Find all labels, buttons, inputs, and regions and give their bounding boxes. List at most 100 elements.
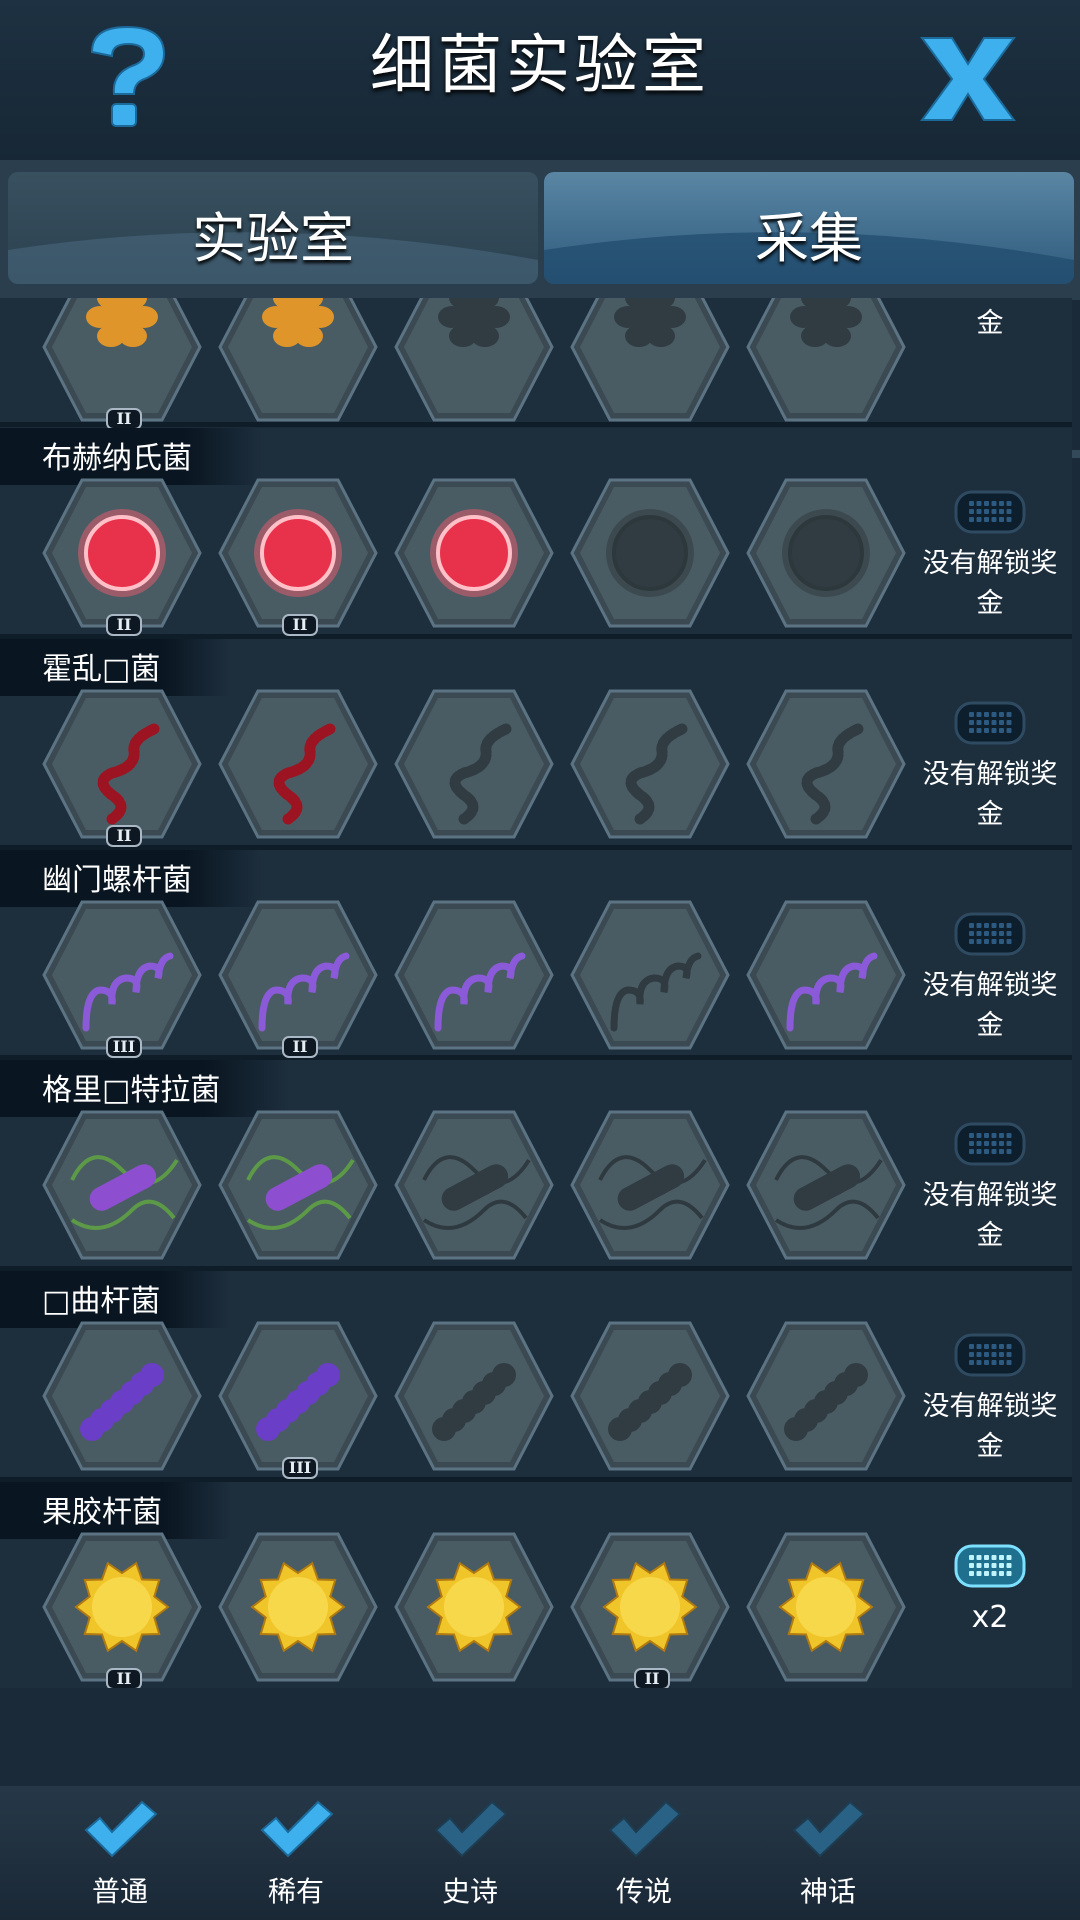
- bacteria-rod-icon: [218, 1110, 378, 1260]
- checkmark-icon: [434, 1800, 508, 1858]
- locked-variant-slot[interactable]: [394, 1321, 554, 1471]
- bacteria-row: 幽门螺杆菌 III II 没有解锁奖金: [0, 850, 1072, 1060]
- level-badge: III: [106, 1036, 142, 1058]
- locked-variant-slot[interactable]: [570, 478, 730, 628]
- bacteria-name: 霍乱□菌: [0, 639, 231, 696]
- rarity-filter-3[interactable]: 史诗: [400, 1796, 540, 1910]
- locked-variant-slot[interactable]: [746, 689, 906, 839]
- bacteria-variant-slot[interactable]: [218, 1532, 378, 1682]
- tab-collect[interactable]: 采集: [544, 172, 1074, 284]
- locked-variant-slot[interactable]: [570, 689, 730, 839]
- checkmark-icon: [260, 1800, 334, 1858]
- bacteria-variant-slot[interactable]: III: [218, 1321, 378, 1479]
- tab-lab-label: 实验室: [192, 207, 354, 270]
- bacteria-variant-slot[interactable]: [394, 900, 554, 1050]
- tab-lab[interactable]: 实验室: [8, 172, 538, 284]
- bonus-chip-icon: [954, 1122, 1026, 1166]
- locked-variant-slot[interactable]: [394, 689, 554, 839]
- bacteria-chain-icon: [42, 689, 202, 839]
- level-badge: II: [282, 1036, 318, 1058]
- bacteria-cluster-icon: [394, 1321, 554, 1471]
- bacteria-variant-slot[interactable]: [42, 1321, 202, 1471]
- bacteria-variant-slot[interactable]: [42, 1110, 202, 1260]
- locked-variant-slot[interactable]: [746, 478, 906, 628]
- bacteria-star-icon: [42, 1532, 202, 1682]
- bacteria-variant-slot[interactable]: [394, 1532, 554, 1682]
- bacteria-chain-icon: [218, 689, 378, 839]
- bacteria-variant-slot[interactable]: [218, 298, 378, 422]
- locked-variant-slot[interactable]: [570, 1110, 730, 1260]
- close-button[interactable]: [918, 34, 1018, 124]
- reward-status: 没有解锁奖金: [916, 1333, 1064, 1467]
- bacteria-variant-slot[interactable]: [746, 1532, 906, 1682]
- rarity-filter-1[interactable]: 普通: [50, 1796, 190, 1910]
- bacteria-name: 幽门螺杆菌: [0, 850, 262, 907]
- bacteria-name: 果胶杆菌: [0, 1482, 232, 1539]
- bacteria-variant-slot[interactable]: II: [570, 1532, 730, 1688]
- bacteria-variant-slot[interactable]: III: [42, 900, 202, 1058]
- bacteria-variant-slot[interactable]: II: [42, 298, 202, 430]
- locked-variant-slot[interactable]: [394, 298, 554, 422]
- locked-variant-slot[interactable]: [570, 298, 730, 422]
- bacteria-variant-slot[interactable]: II: [42, 478, 202, 636]
- bacteria-chain-icon: [746, 689, 906, 839]
- bacteria-rod-icon: [42, 1110, 202, 1260]
- rarity-filter-label: 传说: [615, 1875, 672, 1908]
- reward-text: 没有解锁奖金: [922, 1391, 1058, 1462]
- reward-text: x2: [971, 1600, 1009, 1635]
- rarity-filter-4[interactable]: 传说: [574, 1796, 714, 1910]
- bacteria-name: □曲杆菌: [0, 1271, 231, 1328]
- bacteria-chain-icon: [570, 689, 730, 839]
- bacteria-blob-icon: [746, 298, 906, 422]
- bacteria-list[interactable]: II没有解锁奖金布赫纳氏菌IIII没有解锁奖金霍乱□菌II没有解锁奖金幽门螺杆菌…: [0, 298, 1080, 1688]
- bacteria-rod-icon: [746, 1110, 906, 1260]
- bacteria-spiral-icon: [394, 900, 554, 1050]
- reward-status: 没有解锁奖金: [916, 1122, 1064, 1256]
- bacteria-variant-slot[interactable]: II: [218, 900, 378, 1058]
- bacteria-blob-icon: [394, 298, 554, 422]
- bacteria-variant-slot[interactable]: II: [218, 478, 378, 636]
- rarity-filter-label: 普通: [91, 1875, 148, 1908]
- locked-variant-slot[interactable]: [570, 900, 730, 1050]
- bacteria-variant-slot[interactable]: [746, 900, 906, 1050]
- checkmark-icon: [608, 1800, 682, 1858]
- bacteria-spiral-icon: [218, 900, 378, 1050]
- bacteria-spiral-icon: [42, 900, 202, 1050]
- bacteria-star-icon: [394, 1532, 554, 1682]
- bacteria-cluster-icon: [42, 1321, 202, 1471]
- level-badge: II: [106, 408, 142, 430]
- bacteria-variant-slot[interactable]: [218, 689, 378, 839]
- locked-variant-slot[interactable]: [394, 1110, 554, 1260]
- header-bar: 细菌实验室: [0, 0, 1080, 160]
- bacteria-variant-slot[interactable]: II: [42, 689, 202, 847]
- bacteria-row: 格里□特拉菌 没有解锁奖金: [0, 1060, 1072, 1271]
- rarity-filter-5[interactable]: 神话: [758, 1796, 898, 1910]
- level-badge: II: [106, 1668, 142, 1688]
- bonus-chip-icon: [954, 1333, 1026, 1377]
- bacteria-row: 布赫纳氏菌 II II 没有解锁奖金: [0, 428, 1072, 639]
- bacteria-row: □曲杆菌 III 没有解锁奖金: [0, 1271, 1072, 1482]
- rarity-filter-2[interactable]: 稀有: [226, 1796, 366, 1910]
- level-badge: II: [634, 1668, 670, 1688]
- bonus-chip-icon: [954, 490, 1026, 534]
- checkmark-icon: [792, 1800, 866, 1858]
- bonus-chip-icon: [954, 912, 1026, 956]
- bacteria-spiral-icon: [746, 900, 906, 1050]
- locked-variant-slot[interactable]: [746, 1321, 906, 1471]
- reward-text: 没有解锁奖金: [922, 1180, 1058, 1251]
- close-x-icon: [920, 37, 1016, 121]
- level-badge: III: [282, 1457, 318, 1479]
- reward-status: 没有解锁奖金: [916, 490, 1064, 624]
- bacteria-variant-slot[interactable]: [218, 1110, 378, 1260]
- bacteria-variant-slot[interactable]: II: [42, 1532, 202, 1688]
- locked-variant-slot[interactable]: [746, 298, 906, 422]
- locked-variant-slot[interactable]: [570, 1321, 730, 1471]
- bacteria-star-icon: [746, 1532, 906, 1682]
- bonus-chip-icon: [954, 701, 1026, 745]
- bacteria-row: II 没有解锁奖金: [0, 298, 1072, 430]
- reward-status: x2: [916, 1544, 1064, 1638]
- bacteria-cell-icon: [570, 478, 730, 628]
- bacteria-cell-icon: [746, 478, 906, 628]
- locked-variant-slot[interactable]: [746, 1110, 906, 1260]
- bacteria-variant-slot[interactable]: [394, 478, 554, 628]
